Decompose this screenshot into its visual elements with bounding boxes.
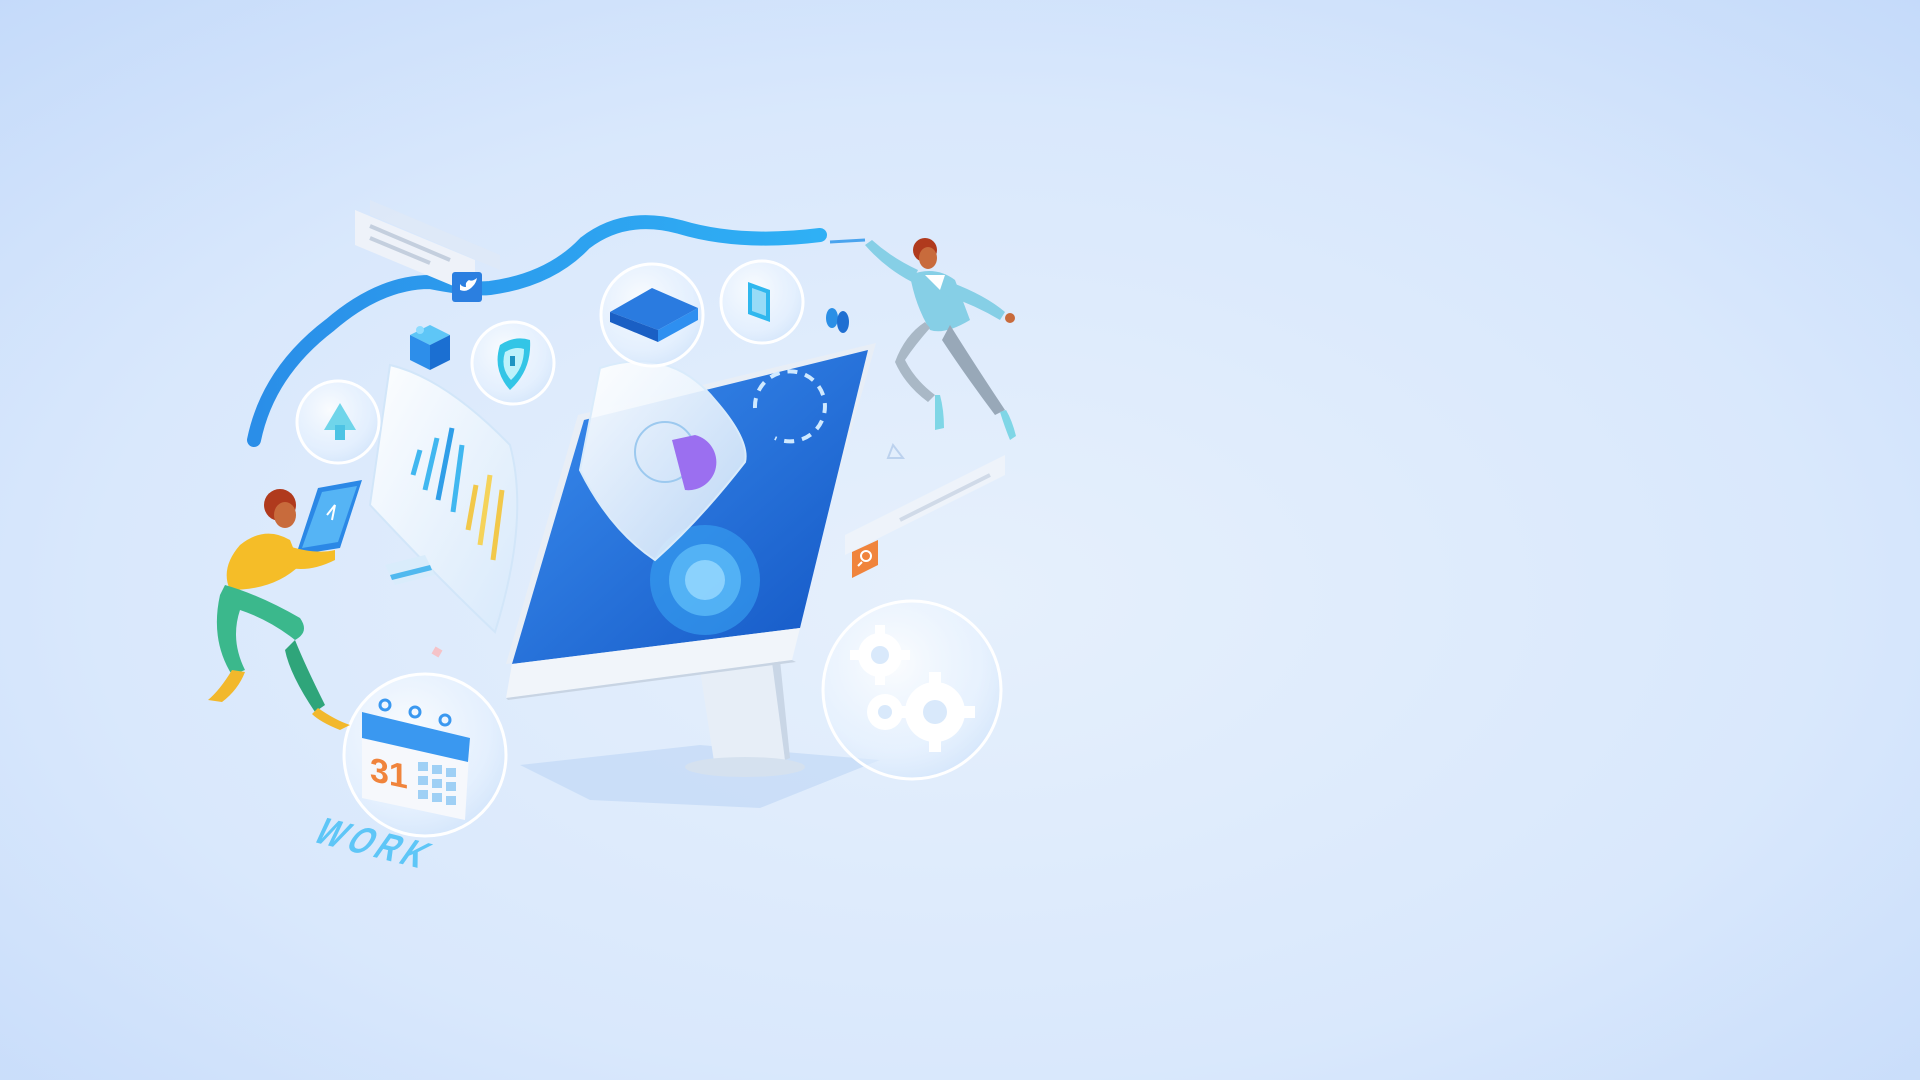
bubble-shield xyxy=(470,320,556,406)
person-right xyxy=(829,238,1016,440)
search-card xyxy=(845,455,1005,578)
bubble-upload xyxy=(295,379,381,465)
calendar-day-label: 31 xyxy=(370,751,408,797)
butterfly-icon xyxy=(826,308,849,333)
floor-shadow xyxy=(520,745,880,808)
bar-chart-paper xyxy=(368,363,519,634)
twitter-bird-icon xyxy=(452,272,482,302)
cube-icon xyxy=(410,325,450,370)
tablet-icon xyxy=(296,480,362,555)
bubble-gears xyxy=(821,599,1003,781)
pink-decoration xyxy=(431,646,443,658)
bubble-phone xyxy=(719,259,805,345)
work-illustration: 31 WORK xyxy=(208,200,1016,877)
bubble-calendar: 31 xyxy=(342,672,508,838)
triangle-decoration xyxy=(886,442,906,459)
bubble-mail xyxy=(599,262,705,368)
hero-scene: 31 WORK xyxy=(0,0,1920,1080)
